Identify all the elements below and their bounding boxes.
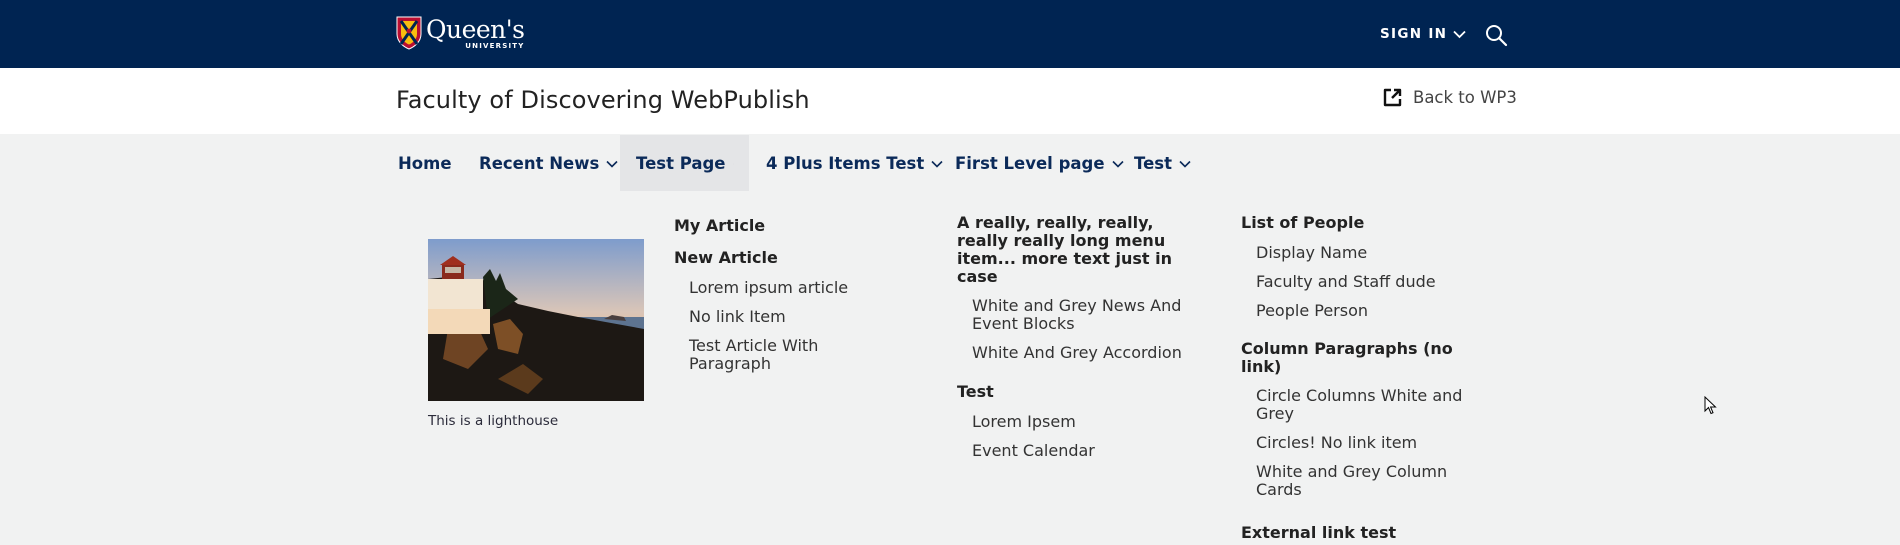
- nav-label: Recent News: [479, 153, 600, 173]
- mouse-cursor-icon: [1704, 396, 1717, 415]
- chevron-down-icon: [606, 160, 618, 168]
- nav-item-first-level-page[interactable]: First Level page: [939, 135, 1140, 191]
- menu-item[interactable]: No link Item: [674, 308, 874, 326]
- menu-heading-my-article[interactable]: My Article: [674, 217, 874, 235]
- nav-label: Test Page: [636, 153, 726, 173]
- queens-logo[interactable]: Queen's UNIVERSITY: [396, 16, 525, 50]
- top-bar: Queen's UNIVERSITY SIGN IN: [0, 0, 1900, 68]
- menu-item[interactable]: Faculty and Staff dude: [1241, 273, 1481, 291]
- mega-menu-column: List of People Display Name Faculty and …: [1241, 214, 1481, 542]
- lighthouse-image: [428, 239, 644, 401]
- sign-in-button[interactable]: SIGN IN: [1380, 26, 1466, 42]
- nav-label: Home: [398, 153, 452, 173]
- menu-item[interactable]: Lorem Ipsem: [957, 413, 1207, 431]
- crest-icon: [396, 16, 422, 50]
- menu-item[interactable]: Display Name: [1241, 244, 1481, 262]
- menu-heading-new-article[interactable]: New Article: [674, 249, 874, 267]
- nav-item-home[interactable]: Home: [382, 135, 468, 191]
- mega-menu-column: A really, really, really, really really …: [957, 214, 1207, 460]
- sign-in-label: SIGN IN: [1380, 26, 1448, 42]
- nav-item-4-plus-items-test[interactable]: 4 Plus Items Test: [750, 135, 959, 191]
- back-link-label: Back to WP3: [1413, 88, 1517, 107]
- menu-item[interactable]: White And Grey Accordion: [957, 344, 1207, 362]
- chevron-down-icon: [1453, 30, 1466, 38]
- back-to-wp3-link[interactable]: Back to WP3: [1382, 87, 1517, 108]
- site-title[interactable]: Faculty of Discovering WebPublish: [396, 86, 810, 114]
- menu-item[interactable]: Event Calendar: [957, 442, 1207, 460]
- main-nav: Home Recent News Test Page 4 Plus Items …: [0, 135, 1900, 191]
- nav-item-recent-news[interactable]: Recent News: [463, 135, 634, 191]
- nav-label: 4 Plus Items Test: [766, 153, 925, 173]
- nav-label: First Level page: [955, 153, 1105, 173]
- logo-wordmark: Queen's: [426, 14, 525, 44]
- menu-heading-column-paragraphs[interactable]: Column Paragraphs (no link): [1241, 340, 1481, 376]
- chevron-down-icon: [1179, 160, 1191, 168]
- image-caption: This is a lighthouse: [428, 413, 559, 429]
- menu-heading-long-item[interactable]: A really, really, really, really really …: [957, 214, 1207, 286]
- menu-item[interactable]: Lorem ipsum article: [674, 279, 874, 297]
- menu-item[interactable]: Circle Columns White and Grey: [1241, 387, 1476, 423]
- nav-item-test[interactable]: Test: [1118, 135, 1207, 191]
- external-link-icon: [1383, 88, 1402, 107]
- nav-label: Test: [1134, 153, 1172, 173]
- logo-subtitle: UNIVERSITY: [465, 41, 525, 50]
- menu-item[interactable]: Circles! No link item: [1241, 434, 1481, 452]
- nav-item-test-page[interactable]: Test Page: [620, 135, 749, 191]
- menu-heading-test[interactable]: Test: [957, 383, 1207, 401]
- menu-item[interactable]: Test Article With Paragraph: [674, 337, 859, 373]
- chevron-down-icon: [732, 163, 733, 165]
- site-title-bar: [0, 68, 1900, 134]
- mega-menu-column: My Article New Article Lorem ipsum artic…: [674, 217, 874, 373]
- featured-image-card: This is a lighthouse: [428, 239, 644, 429]
- menu-heading-list-of-people[interactable]: List of People: [1241, 214, 1481, 232]
- menu-heading-external-link-test[interactable]: External link test: [1241, 524, 1481, 542]
- search-icon[interactable]: [1484, 23, 1508, 47]
- mega-menu-panel: [0, 191, 1900, 545]
- menu-item[interactable]: White and Grey News And Event Blocks: [957, 297, 1192, 333]
- menu-item[interactable]: People Person: [1241, 302, 1481, 320]
- menu-item[interactable]: White and Grey Column Cards: [1241, 463, 1466, 499]
